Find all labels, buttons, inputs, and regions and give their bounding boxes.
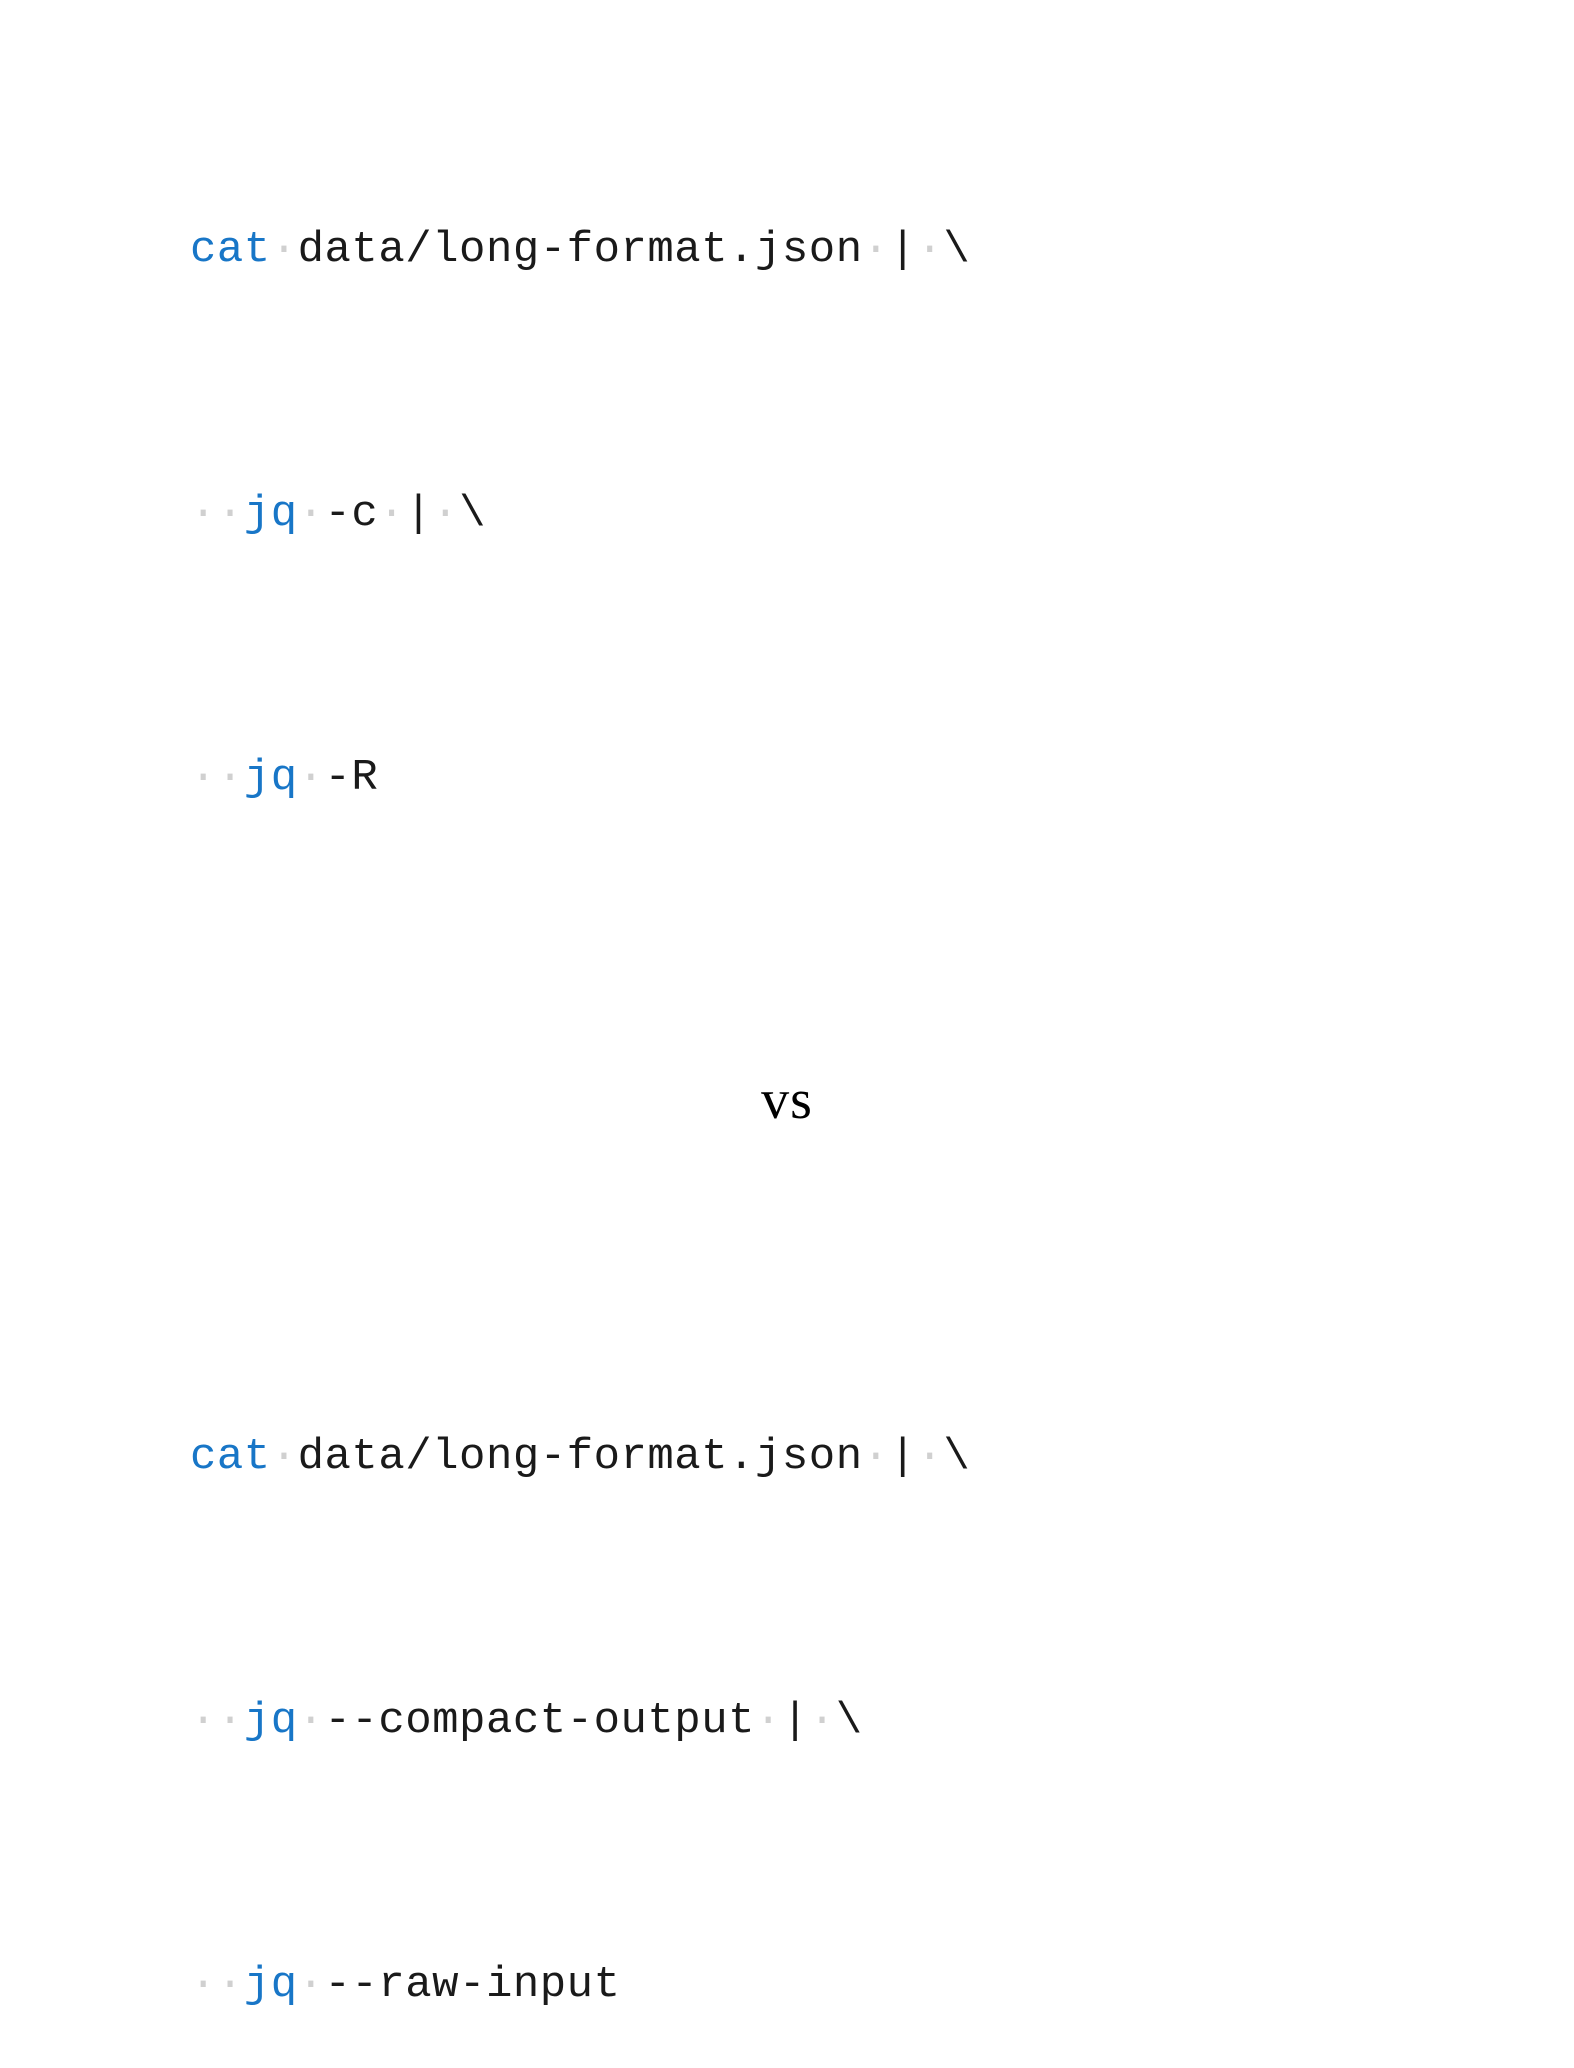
vs-separator-text: vs — [0, 1068, 1574, 1132]
pipe-symbol: | — [890, 225, 917, 275]
code-line-3: ··jq·-R — [190, 734, 1574, 822]
whitespace-dot: · — [217, 753, 244, 803]
flag-compact-short: -c — [325, 489, 379, 539]
whitespace-dot: · — [217, 489, 244, 539]
whitespace-dot: · — [863, 1432, 890, 1482]
code-line-3: ··jq·--raw-input — [190, 1941, 1574, 2029]
whitespace-dot: · — [190, 489, 217, 539]
whitespace-dot: · — [298, 1960, 325, 2010]
argument-filepath: data/long-format.json — [298, 225, 863, 275]
code-line-2: ··jq·-c·|·\ — [190, 470, 1574, 558]
pipe-symbol: | — [405, 489, 432, 539]
command-jq: jq — [244, 753, 298, 803]
command-cat: cat — [190, 1432, 271, 1482]
whitespace-dot: · — [190, 1960, 217, 2010]
code-line-1: cat·data/long-format.json·|·\ — [190, 206, 1574, 294]
whitespace-dot: · — [378, 489, 405, 539]
code-block-short-flags: cat·data/long-format.json·|·\ ··jq·-c·|·… — [0, 30, 1574, 998]
argument-filepath: data/long-format.json — [298, 1432, 863, 1482]
line-continuation: \ — [836, 1696, 863, 1746]
line-continuation: \ — [943, 225, 970, 275]
flag-compact-long: --compact-output — [325, 1696, 755, 1746]
whitespace-dot: · — [755, 1696, 782, 1746]
whitespace-dot: · — [217, 1696, 244, 1746]
code-line-2: ··jq·--compact-output·|·\ — [190, 1677, 1574, 1765]
flag-raw-long: --raw-input — [325, 1960, 621, 2010]
whitespace-dot: · — [217, 1960, 244, 2010]
whitespace-dot: · — [863, 225, 890, 275]
command-cat: cat — [190, 225, 271, 275]
document-container: cat·data/long-format.json·|·\ ··jq·-c·|·… — [0, 30, 1574, 1004]
command-jq: jq — [244, 1696, 298, 1746]
whitespace-dot: · — [916, 1432, 943, 1482]
whitespace-dot: · — [271, 225, 298, 275]
code-line-1: cat·data/long-format.json·|·\ — [190, 1413, 1574, 1501]
code-block-long-flags: cat·data/long-format.json·|·\ ··jq·--com… — [0, 1237, 1574, 2068]
whitespace-dot: · — [298, 1696, 325, 1746]
line-continuation: \ — [943, 1432, 970, 1482]
whitespace-dot: · — [298, 489, 325, 539]
whitespace-dot: · — [190, 1696, 217, 1746]
whitespace-dot: · — [190, 753, 217, 803]
whitespace-dot: · — [432, 489, 459, 539]
line-continuation: \ — [459, 489, 486, 539]
whitespace-dot: · — [298, 753, 325, 803]
command-jq: jq — [244, 489, 298, 539]
pipe-symbol: | — [782, 1696, 809, 1746]
flag-raw-short: -R — [325, 753, 379, 803]
whitespace-dot: · — [271, 1432, 298, 1482]
whitespace-dot: · — [809, 1696, 836, 1746]
command-jq: jq — [244, 1960, 298, 2010]
whitespace-dot: · — [916, 225, 943, 275]
pipe-symbol: | — [890, 1432, 917, 1482]
